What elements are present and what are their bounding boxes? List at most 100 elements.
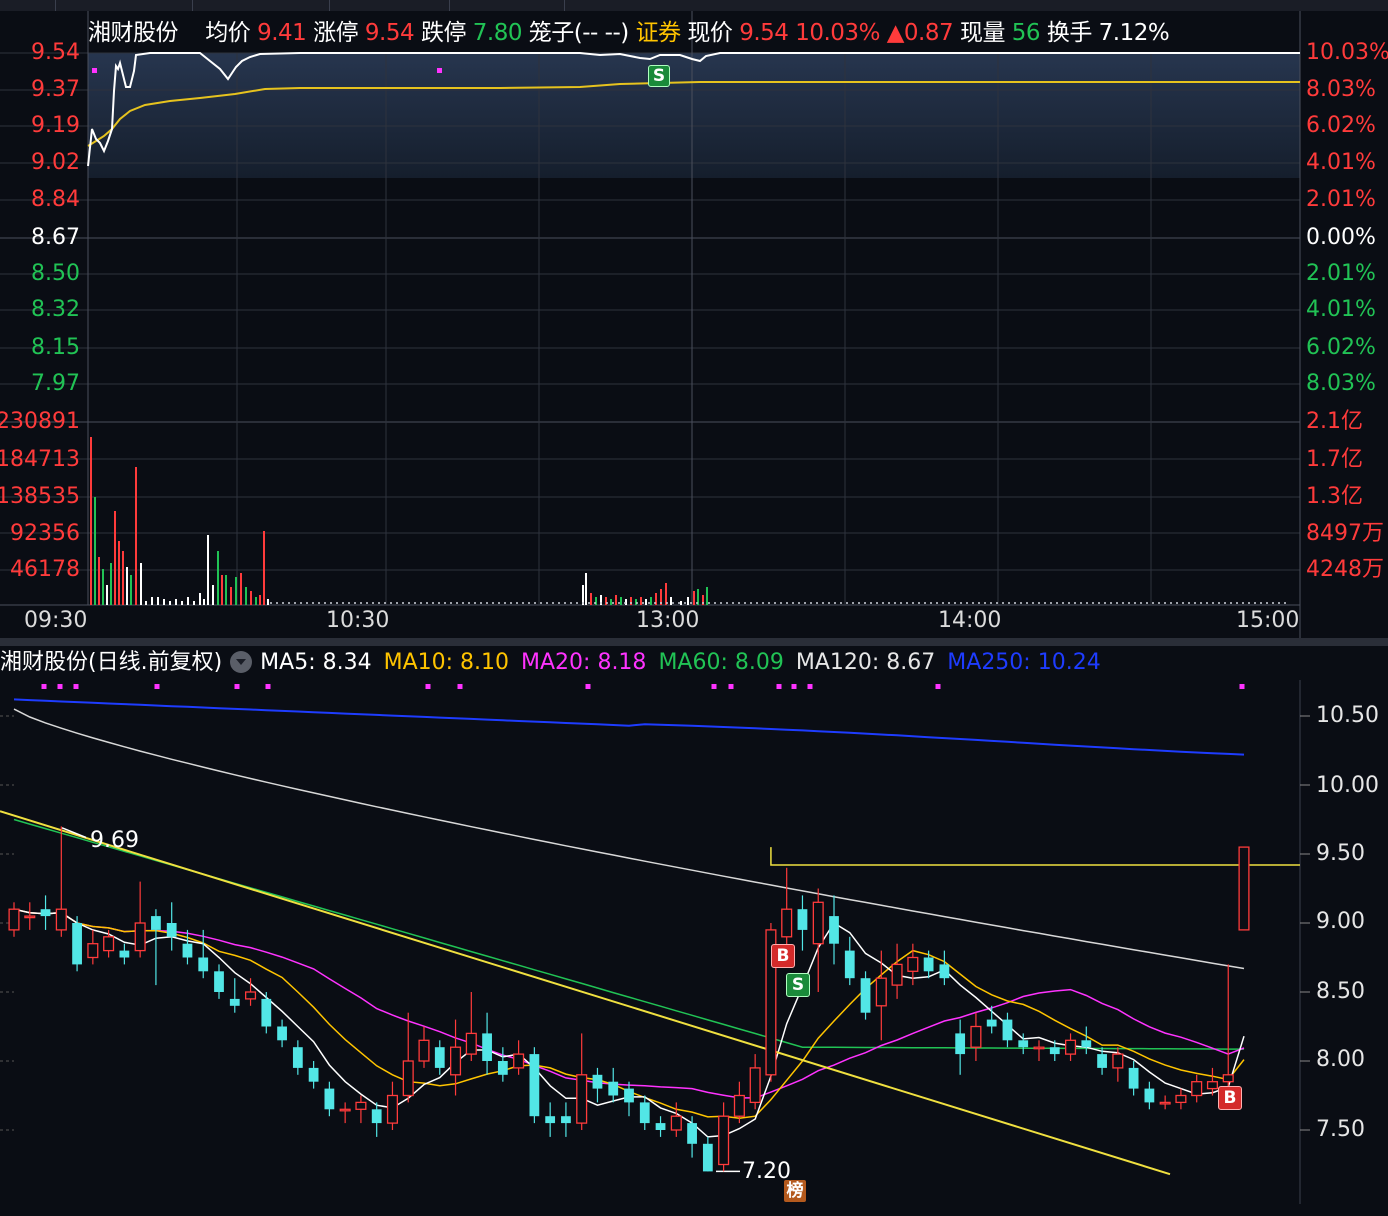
candle-body — [955, 1033, 966, 1055]
candle-body — [733, 1094, 745, 1117]
tab[interactable] — [192, 0, 330, 11]
candle-body — [781, 908, 793, 938]
change-abs: ▲0.87 — [886, 20, 954, 46]
tab[interactable] — [55, 0, 193, 11]
candle-body — [166, 923, 177, 937]
candle-body — [198, 957, 209, 972]
high-annotation: 9.69 — [90, 828, 139, 853]
sector-label[interactable]: 证券 — [636, 20, 682, 46]
time-tick: 13:00 — [636, 608, 700, 633]
ma5-label: MA5: 8.34 — [260, 650, 372, 675]
turnover-value: 7.12% — [1098, 20, 1170, 46]
price-tick: 8.67 — [31, 225, 80, 250]
intraday-chart[interactable] — [0, 11, 1388, 638]
pct-tick: 6.02% — [1306, 335, 1376, 360]
candle-body — [970, 1025, 982, 1048]
limit-down-label: 跌停 — [420, 20, 467, 46]
kline-chart[interactable] — [0, 680, 1388, 1204]
candle-body — [860, 978, 871, 1013]
kline-price-tick: 10.00 — [1316, 773, 1379, 798]
ma60-label: MA60: 8.09 — [658, 650, 784, 675]
volume-tick: 46178 — [10, 557, 80, 582]
ma250-line — [13, 698, 1245, 756]
change-pct: 10.03% — [795, 20, 880, 46]
candle-body — [1128, 1067, 1139, 1089]
candlesticks — [8, 826, 1250, 1172]
signal-dot — [437, 68, 442, 73]
price-tick: 7.97 — [31, 371, 80, 396]
chevron-down-icon[interactable] — [230, 650, 253, 673]
ma10-label: MA10: 8.10 — [383, 650, 510, 675]
candle-body — [1097, 1054, 1107, 1068]
tab[interactable] — [449, 0, 565, 11]
tab[interactable] — [329, 0, 450, 11]
candle-body — [465, 1032, 477, 1055]
pct-tick: 8.03% — [1306, 371, 1376, 396]
candle-body — [261, 998, 272, 1027]
candle-body — [687, 1123, 697, 1144]
intraday-sell-marker[interactable]: S — [648, 65, 670, 87]
pct-tick: 2.01% — [1306, 261, 1376, 286]
candle-body — [875, 977, 887, 1007]
candle-body — [718, 1115, 730, 1166]
volume-tick: 8497万 — [1306, 521, 1384, 546]
stock-quote-header: 湘财股份 均价 9.41 涨停 9.54 跌停 7.80 笼子(-- --) 证… — [88, 16, 1170, 50]
kline-title[interactable]: 湘财股份(日线.前复权) — [0, 650, 222, 675]
signal-dot — [92, 68, 97, 73]
signal-dot — [457, 684, 463, 689]
candle-body — [670, 1115, 682, 1131]
volume-tick: 138535 — [0, 484, 80, 509]
candle-body — [386, 1094, 399, 1124]
pct-tick: 0.00% — [1306, 225, 1376, 250]
tab[interactable] — [0, 0, 56, 11]
candle-body — [371, 1109, 382, 1124]
time-tick: 15:00 — [1236, 608, 1300, 633]
kline-price-tick: 8.00 — [1316, 1047, 1365, 1072]
signal-dot — [1239, 684, 1245, 689]
signal-dot — [728, 684, 734, 689]
window-tab-strip — [0, 0, 1388, 11]
volume-indicator-strip — [0, 1204, 1388, 1216]
candle-body — [939, 964, 950, 979]
buy-marker[interactable]: B — [771, 944, 795, 968]
candle-body — [561, 1116, 571, 1124]
time-tick: 14:00 — [938, 608, 1002, 633]
candle-body — [1112, 1053, 1124, 1069]
candle-body — [1191, 1081, 1203, 1097]
signal-dot — [41, 684, 47, 689]
candle-body — [1206, 1081, 1219, 1090]
stock-name[interactable]: 湘财股份 — [88, 20, 179, 46]
candle-body — [1238, 846, 1250, 931]
volume-tick: 1.7亿 — [1306, 447, 1363, 472]
sell-marker[interactable]: S — [786, 973, 810, 997]
kline-price-tick: 10.50 — [1316, 703, 1379, 728]
kline-price-tick: 8.50 — [1316, 979, 1365, 1004]
rank-marker[interactable]: 榜 — [784, 1180, 806, 1202]
candle-body — [907, 956, 919, 972]
signal-dot — [57, 684, 63, 689]
resistance-line — [770, 847, 1300, 866]
signal-dot — [73, 684, 79, 689]
candle-body — [72, 923, 82, 965]
price-area-fill — [88, 53, 1300, 178]
candle-body — [103, 936, 115, 952]
candle-body — [529, 1054, 540, 1117]
price-tick: 8.15 — [31, 335, 80, 360]
buy-marker[interactable]: B — [1218, 1086, 1242, 1110]
pct-tick: 4.01% — [1306, 297, 1376, 322]
volume-value: 56 — [1011, 20, 1041, 46]
candle-body — [497, 1061, 508, 1075]
candle-body — [339, 1108, 351, 1112]
volume-tick: 2.1亿 — [1306, 409, 1363, 434]
price-label: 现价 — [687, 20, 733, 46]
candle-body — [639, 1102, 650, 1124]
candle-body — [24, 915, 36, 919]
panel-splitter[interactable] — [0, 638, 1388, 646]
candle-body — [1065, 1039, 1077, 1055]
candle-body — [624, 1088, 634, 1103]
ma120-line — [13, 708, 1245, 970]
volume-tick: 1.3亿 — [1306, 484, 1363, 509]
time-tick: 09:30 — [24, 608, 88, 633]
signal-dot — [776, 684, 782, 689]
ma20-label: MA20: 8.18 — [521, 650, 647, 675]
